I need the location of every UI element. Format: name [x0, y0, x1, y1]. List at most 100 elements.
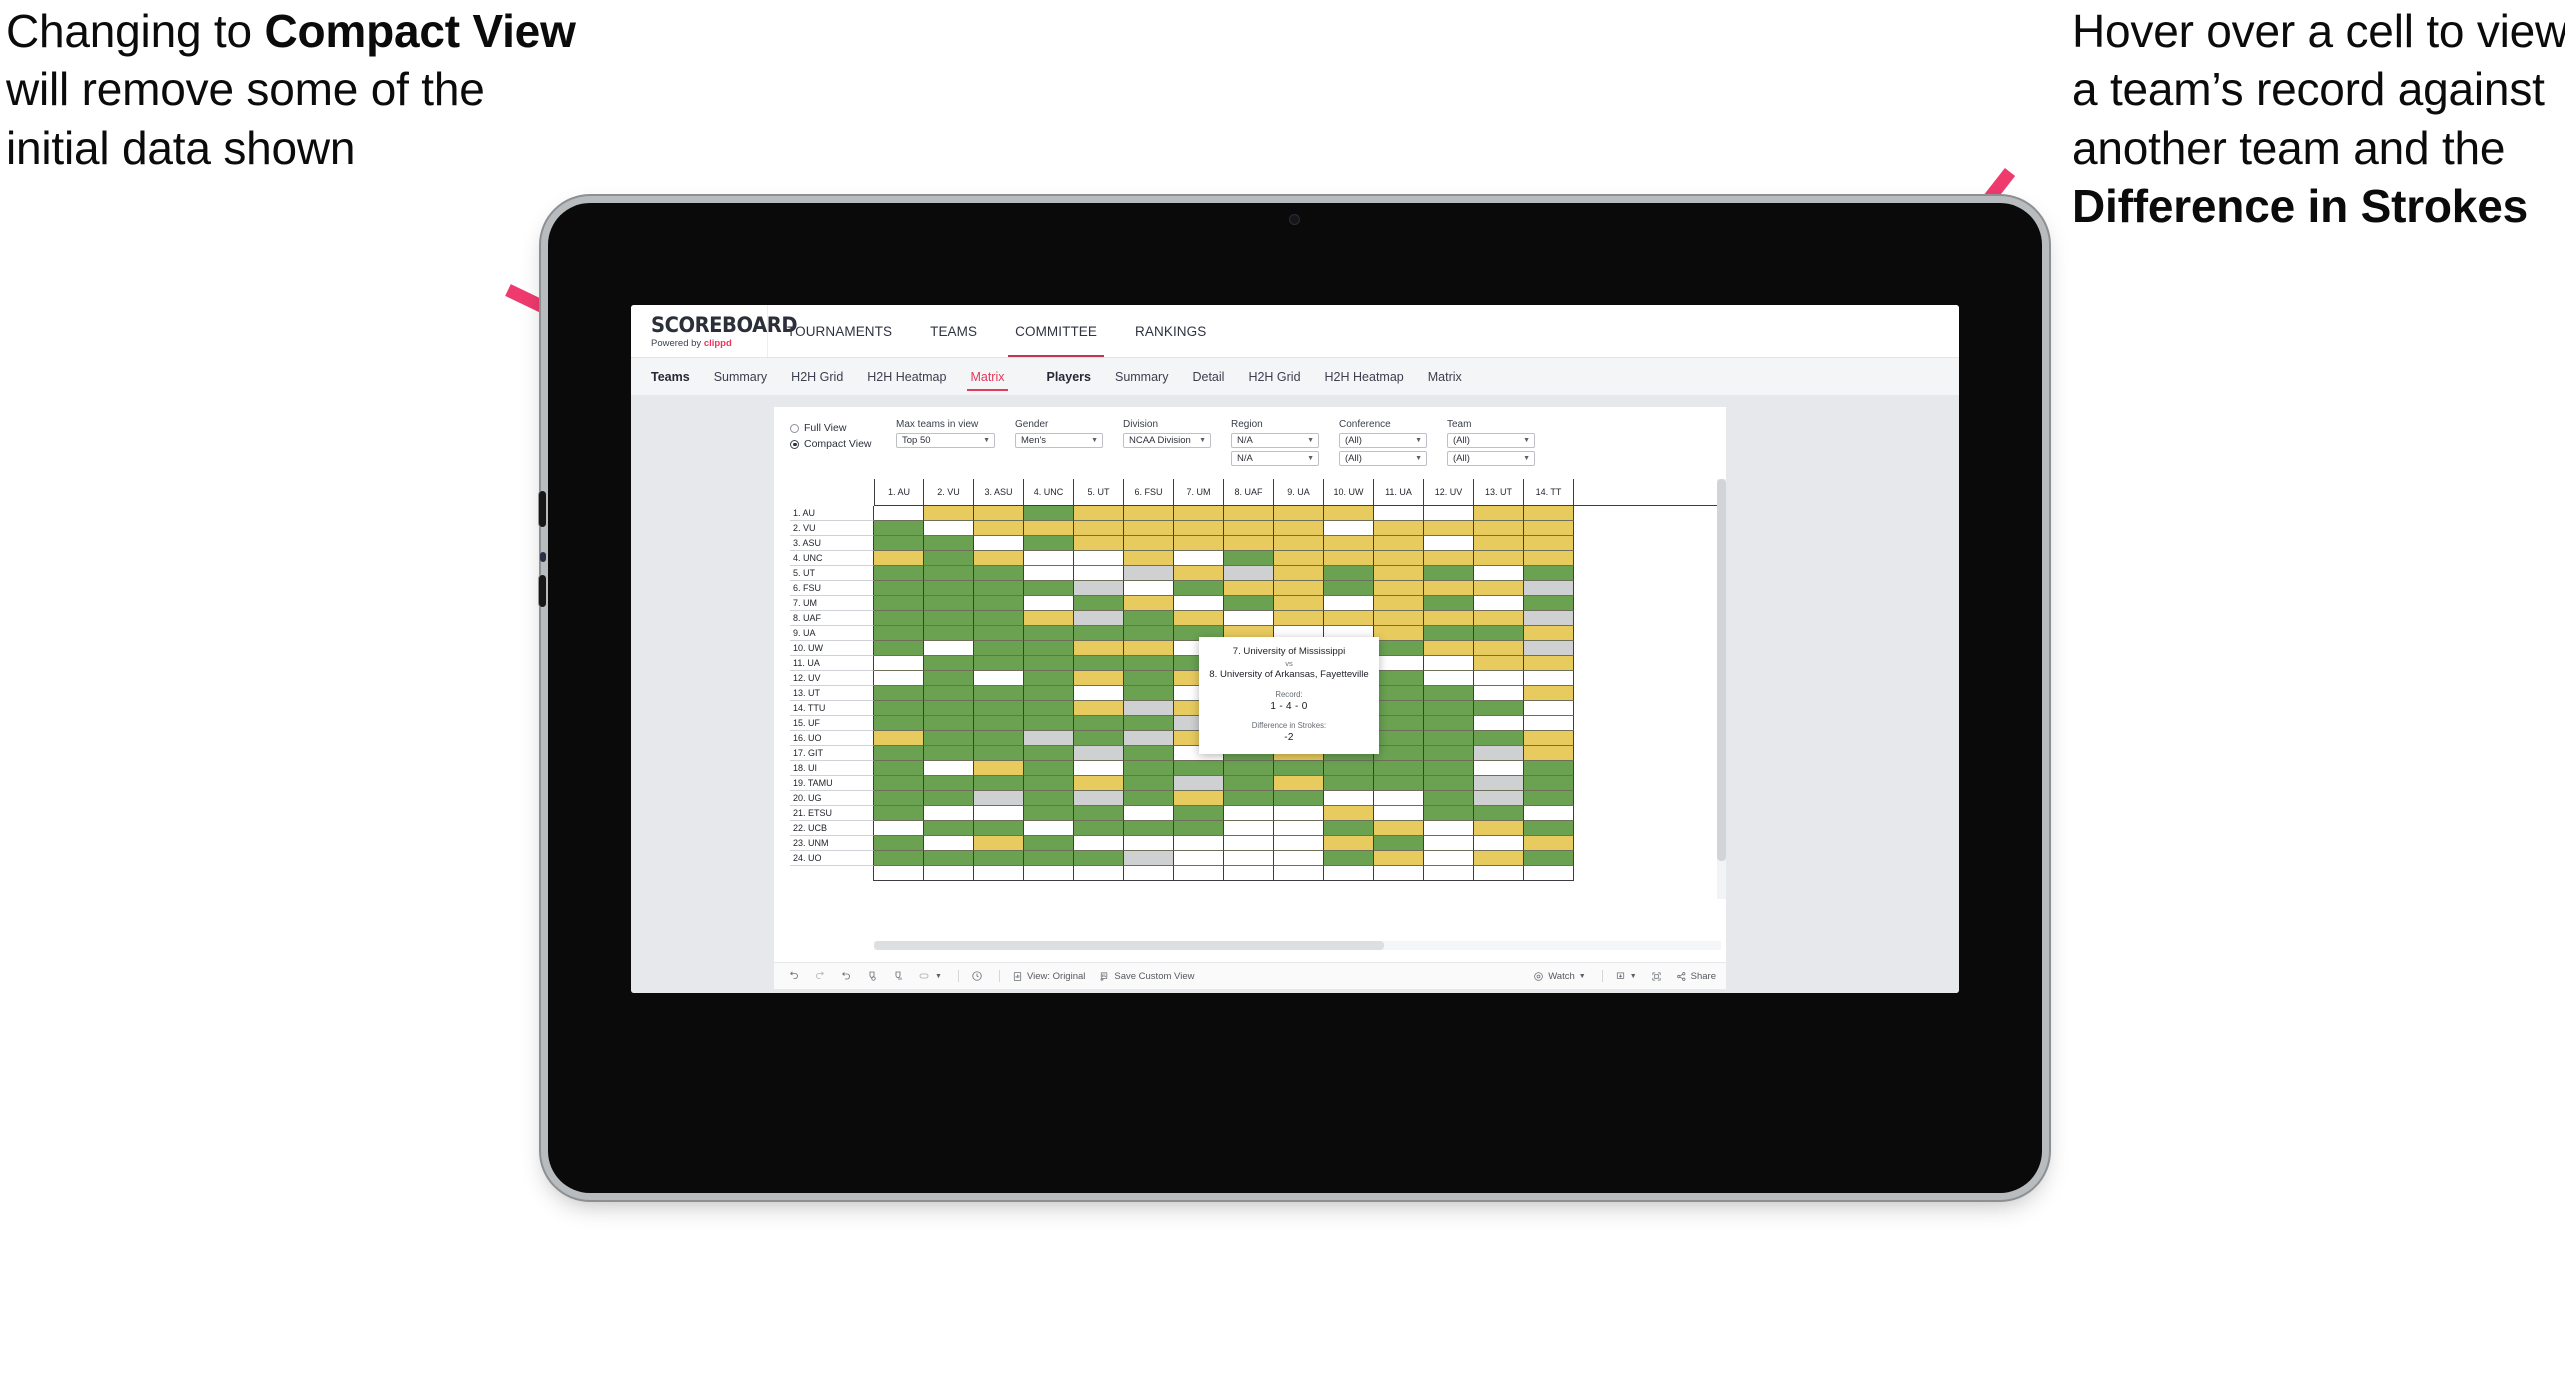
matrix-cell[interactable]: [1224, 611, 1274, 626]
matrix-cell[interactable]: [1224, 521, 1274, 536]
matrix-cell[interactable]: [974, 581, 1024, 596]
matrix-cell[interactable]: [1124, 596, 1174, 611]
matrix-cell[interactable]: [1074, 746, 1124, 761]
matrix-cell[interactable]: [1224, 806, 1274, 821]
matrix-cell[interactable]: [1524, 776, 1574, 791]
matrix-cell[interactable]: [1124, 866, 1174, 881]
download-button[interactable]: ▼: [1615, 971, 1637, 982]
matrix-cell[interactable]: [974, 626, 1024, 641]
matrix-cell[interactable]: [1174, 776, 1224, 791]
matrix-cell[interactable]: [1124, 551, 1174, 566]
matrix-cell[interactable]: [1074, 806, 1124, 821]
matrix-cell[interactable]: [1524, 701, 1574, 716]
matrix-cell[interactable]: [874, 866, 924, 881]
matrix-cell[interactable]: [924, 821, 974, 836]
matrix-cell[interactable]: [974, 866, 1024, 881]
matrix-cell[interactable]: [1024, 791, 1074, 806]
matrix-cell[interactable]: [1074, 506, 1124, 521]
matrix-cell[interactable]: [1524, 716, 1574, 731]
matrix-cell[interactable]: [1124, 851, 1174, 866]
matrix-cell[interactable]: [1474, 656, 1524, 671]
matrix-cell[interactable]: [1274, 761, 1324, 776]
matrix-cell[interactable]: [924, 596, 974, 611]
matrix-cell[interactable]: [1324, 851, 1374, 866]
matrix-cell[interactable]: [1124, 761, 1174, 776]
tab-teams-h2h-heatmap[interactable]: H2H Heatmap: [855, 358, 958, 396]
matrix-cell[interactable]: [1324, 596, 1374, 611]
matrix-cell[interactable]: [1424, 656, 1474, 671]
nav-item-tournaments[interactable]: TOURNAMENTS: [768, 305, 911, 357]
matrix-cell[interactable]: [1374, 746, 1424, 761]
redo-button[interactable]: [814, 970, 826, 982]
fullscreen-button[interactable]: [1651, 971, 1662, 982]
matrix-cell[interactable]: [924, 851, 974, 866]
matrix-cell[interactable]: [974, 746, 1024, 761]
matrix-cell[interactable]: [1124, 746, 1174, 761]
matrix-cell[interactable]: [1374, 626, 1424, 641]
matrix-cell[interactable]: [1274, 611, 1324, 626]
matrix-cell[interactable]: [1124, 641, 1174, 656]
matrix-cell[interactable]: [1124, 791, 1174, 806]
matrix-cell[interactable]: [974, 521, 1024, 536]
matrix-cell[interactable]: [924, 746, 974, 761]
matrix-cell[interactable]: [1524, 746, 1574, 761]
matrix-cell[interactable]: [1524, 656, 1574, 671]
matrix-cell[interactable]: [874, 731, 924, 746]
matrix-cell[interactable]: [1374, 866, 1424, 881]
matrix-cell[interactable]: [1474, 836, 1524, 851]
matrix-cell[interactable]: [874, 701, 924, 716]
matrix-cell[interactable]: [874, 806, 924, 821]
matrix-cell[interactable]: [1224, 581, 1274, 596]
matrix-cell[interactable]: [1374, 581, 1424, 596]
matrix-cell[interactable]: [974, 566, 1024, 581]
matrix-cell[interactable]: [1374, 701, 1424, 716]
matrix-cell[interactable]: [1274, 791, 1324, 806]
matrix-cell[interactable]: [1074, 686, 1124, 701]
matrix-cell[interactable]: [1524, 761, 1574, 776]
matrix-cell[interactable]: [1074, 551, 1124, 566]
nav-item-committee[interactable]: COMMITTEE: [996, 305, 1116, 357]
matrix-cell[interactable]: [974, 761, 1024, 776]
matrix-cell[interactable]: [1124, 776, 1174, 791]
matrix-cell[interactable]: [1524, 686, 1574, 701]
matrix-cell[interactable]: [1524, 821, 1574, 836]
matrix-cell[interactable]: [1524, 836, 1574, 851]
matrix-cell[interactable]: [924, 641, 974, 656]
matrix-cell[interactable]: [1024, 506, 1074, 521]
matrix-cell[interactable]: [924, 761, 974, 776]
matrix-cell[interactable]: [1474, 821, 1524, 836]
matrix-cell[interactable]: [1024, 731, 1074, 746]
matrix-cell[interactable]: [1024, 836, 1074, 851]
matrix-cell[interactable]: [1474, 506, 1524, 521]
undo-button[interactable]: [788, 970, 800, 982]
matrix-cell[interactable]: [1124, 686, 1174, 701]
matrix-cell[interactable]: [974, 536, 1024, 551]
matrix-cell[interactable]: [1074, 791, 1124, 806]
matrix-cell[interactable]: [1074, 536, 1124, 551]
matrix-cell[interactable]: [1374, 806, 1424, 821]
matrix-cell[interactable]: [1524, 506, 1574, 521]
matrix-cell[interactable]: [1174, 611, 1224, 626]
matrix-cell[interactable]: [1074, 596, 1124, 611]
matrix-cell[interactable]: [1024, 761, 1074, 776]
matrix-cell[interactable]: [1524, 611, 1574, 626]
matrix-cell[interactable]: [1274, 836, 1324, 851]
matrix-cell[interactable]: [1374, 506, 1424, 521]
matrix-cell[interactable]: [874, 551, 924, 566]
matrix-cell[interactable]: [1174, 851, 1224, 866]
matrix-cell[interactable]: [1174, 581, 1224, 596]
matrix-cell[interactable]: [1224, 836, 1274, 851]
matrix-cell[interactable]: [1374, 611, 1424, 626]
matrix-cell[interactable]: [1424, 581, 1474, 596]
matrix-cell[interactable]: [1374, 686, 1424, 701]
matrix-cell[interactable]: [1274, 521, 1324, 536]
matrix-cell[interactable]: [924, 866, 974, 881]
matrix-cell[interactable]: [874, 611, 924, 626]
nav-item-rankings[interactable]: RANKINGS: [1116, 305, 1225, 357]
matrix-cell[interactable]: [974, 641, 1024, 656]
matrix-cell[interactable]: [924, 611, 974, 626]
matrix-cell[interactable]: [1074, 866, 1124, 881]
matrix-cell[interactable]: [1374, 596, 1424, 611]
tab-teams-matrix[interactable]: Matrix: [958, 358, 1016, 396]
matrix-cell[interactable]: [1174, 836, 1224, 851]
